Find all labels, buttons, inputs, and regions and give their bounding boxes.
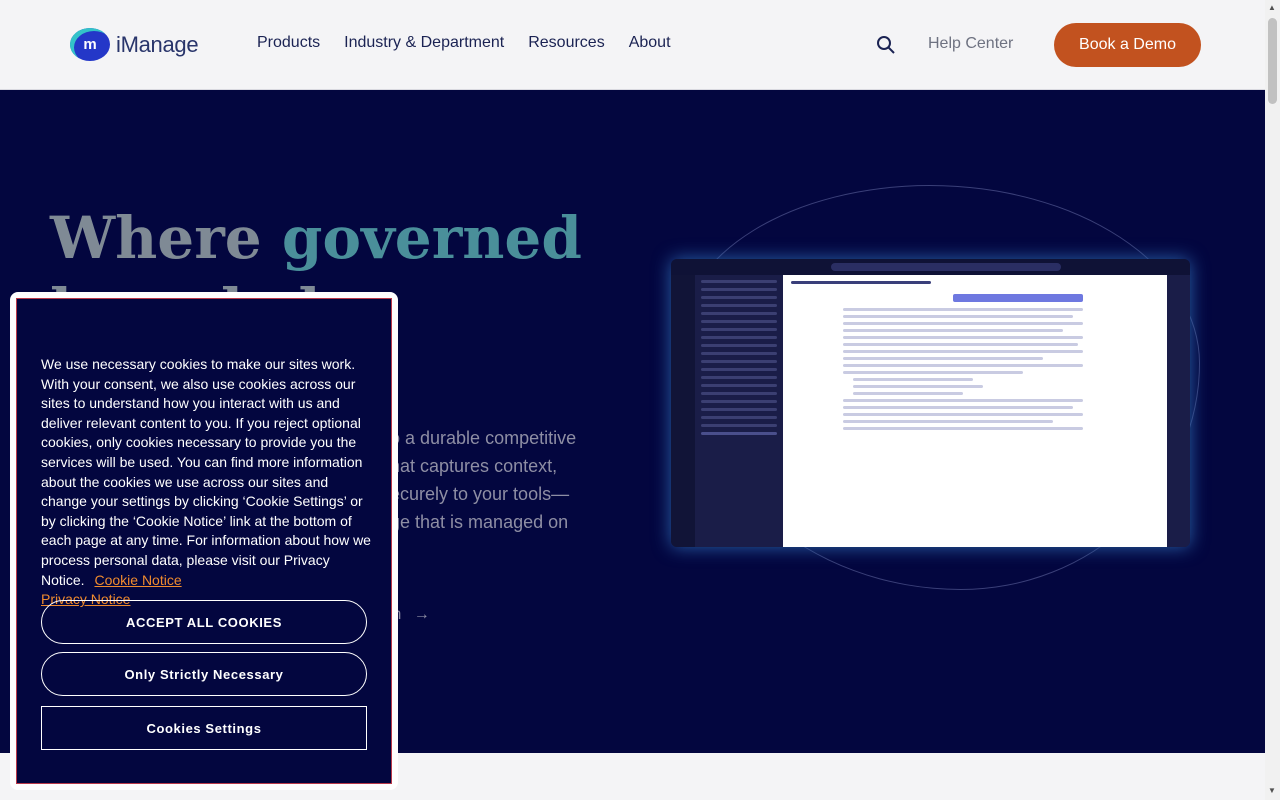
arrow-right-icon: →	[413, 606, 430, 623]
screenshot-sidebar	[695, 275, 783, 547]
page-scrollbar[interactable]: ▲ ▼	[1265, 0, 1280, 800]
cookie-notice-link[interactable]: Cookie Notice	[94, 572, 181, 588]
logo-mark-icon: m	[70, 28, 110, 61]
screenshot-toolbar	[671, 259, 1190, 275]
nav-products[interactable]: Products	[257, 34, 320, 52]
screenshot-main	[783, 275, 1167, 547]
main-nav: Products Industry & Department Resources…	[257, 34, 671, 52]
imanage-logo[interactable]: m iManage	[70, 28, 199, 61]
hero-title-accent-1: governed	[281, 204, 582, 272]
scroll-thumb[interactable]	[1268, 18, 1277, 104]
screenshot-rail	[671, 275, 695, 547]
hero-title-plain-1: Where	[50, 204, 282, 272]
cookies-settings-button[interactable]: Cookies Settings	[41, 706, 367, 750]
book-demo-button[interactable]: Book a Demo	[1054, 23, 1201, 67]
cookie-policy-text: We use necessary cookies to make our sit…	[41, 355, 371, 610]
search-icon[interactable]	[876, 35, 896, 55]
scroll-down-icon[interactable]: ▼	[1268, 786, 1276, 795]
nav-about[interactable]: About	[629, 34, 671, 52]
logo-text: iManage	[116, 31, 199, 57]
strictly-necessary-button[interactable]: Only Strictly Necessary	[41, 652, 367, 696]
nav-industry-department[interactable]: Industry & Department	[344, 34, 504, 52]
cookie-body: We use necessary cookies to make our sit…	[41, 356, 371, 588]
help-center-link[interactable]: Help Center	[928, 35, 1013, 53]
site-header: m iManage Products Industry & Department…	[0, 0, 1265, 90]
nav-resources[interactable]: Resources	[528, 34, 604, 52]
cookie-dialog: We use necessary cookies to make our sit…	[16, 298, 392, 784]
product-screenshot	[671, 259, 1190, 547]
scroll-up-icon[interactable]: ▲	[1268, 3, 1276, 12]
accept-all-cookies-button[interactable]: ACCEPT ALL COOKIES	[41, 600, 367, 644]
screenshot-right-rail	[1167, 275, 1190, 547]
cookie-banner: We use necessary cookies to make our sit…	[10, 292, 398, 790]
